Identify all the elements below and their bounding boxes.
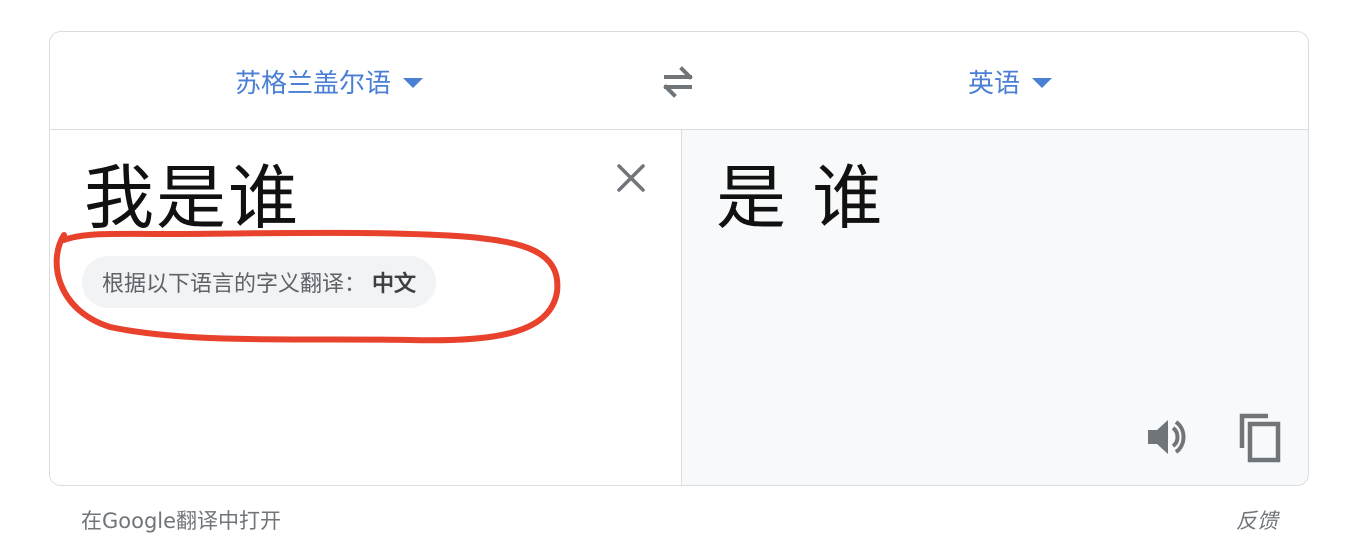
target-pane: 是 谁 bbox=[681, 130, 1308, 485]
caret-down-icon bbox=[1032, 78, 1053, 88]
swap-languages-button[interactable] bbox=[656, 60, 700, 104]
translate-card: 苏格兰盖尔语 英语 我是谁 根据以下语言的字义翻译： 中文 是 谁 bbox=[49, 31, 1309, 486]
source-text[interactable]: 我是谁 bbox=[84, 158, 300, 238]
translated-from-chip: 根据以下语言的字义翻译： 中文 bbox=[82, 256, 437, 308]
translated-from-prefix: 根据以下语言的字义翻译： bbox=[102, 272, 367, 297]
copy-icon bbox=[1239, 413, 1281, 463]
listen-button[interactable] bbox=[1144, 414, 1190, 460]
swap-arrows-icon bbox=[663, 66, 693, 98]
target-language-selector[interactable]: 英语 bbox=[968, 32, 1053, 130]
speaker-icon bbox=[1148, 420, 1186, 454]
detected-language-link[interactable]: 中文 bbox=[372, 266, 416, 298]
copy-translation-button[interactable] bbox=[1238, 412, 1284, 464]
target-language-label: 英语 bbox=[968, 68, 1021, 99]
caret-down-icon bbox=[403, 78, 424, 88]
feedback-link[interactable]: 反馈 bbox=[1236, 505, 1278, 535]
translation-panes: 我是谁 根据以下语言的字义翻译： 中文 是 谁 bbox=[50, 130, 1308, 485]
close-icon bbox=[617, 164, 645, 192]
source-language-label: 苏格兰盖尔语 bbox=[235, 68, 392, 99]
language-bar: 苏格兰盖尔语 英语 bbox=[50, 32, 1308, 130]
translated-text: 是 谁 bbox=[716, 157, 885, 239]
source-language-selector[interactable]: 苏格兰盖尔语 bbox=[235, 32, 424, 130]
open-in-google-translate-link[interactable]: 在Google翻译中打开 bbox=[81, 505, 281, 535]
clear-source-button[interactable] bbox=[613, 160, 649, 196]
source-pane[interactable]: 我是谁 根据以下语言的字义翻译： 中文 bbox=[50, 130, 681, 485]
